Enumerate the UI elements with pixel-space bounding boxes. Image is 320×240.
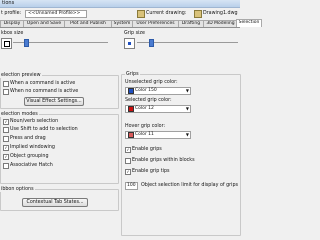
chevron-down-icon: ▼ [185, 132, 189, 137]
selection-modes-title: election modes [0, 112, 39, 117]
selected-grip-color-value: Color 12 [135, 106, 154, 111]
enable-grip-tips-label: Enable grip tips [132, 169, 170, 174]
unselected-grip-color-select[interactable]: Color 150 ▼ [125, 87, 191, 95]
enable-grips-label: Enable grips [132, 147, 162, 152]
preview-no-command-label: When no command is active [10, 89, 79, 94]
window-titlebar: tions [0, 0, 240, 8]
hover-grip-color-label: Hover grip color: [125, 124, 166, 129]
selected-grip-swatch [128, 106, 134, 112]
enable-grips-in-blocks-label: Enable grips within blocks [132, 158, 195, 163]
grip-square-icon [128, 42, 131, 45]
profile-value: <<Unnamed Profile>> [28, 11, 81, 16]
selected-grip-color-label: Selected grip color: [125, 98, 172, 103]
tab-selection[interactable]: Selection [236, 19, 262, 27]
profile-label: t profile: [1, 11, 22, 16]
unselected-grip-color-label: Unselected grip color: [125, 80, 178, 85]
ribbon-options-title: ibbon options [0, 187, 35, 192]
tab-3d-modeling[interactable]: 3D Modeling [203, 20, 238, 27]
current-drawing-name: Drawing1.dwg [203, 11, 238, 16]
drawing-icon [137, 10, 145, 18]
preview-when-active-checkbox[interactable] [3, 81, 9, 87]
preview-when-active-label: When a command is active [10, 81, 76, 86]
profile-bar: t profile: <<Unnamed Profile>> Current d… [0, 8, 240, 19]
noun-verb-selection-label: Noun/verb selection [10, 119, 59, 124]
press-and-drag-checkbox[interactable] [3, 136, 9, 142]
pickbox-square-icon [4, 41, 10, 47]
pickbox-slider-thumb[interactable] [24, 39, 29, 47]
preview-no-command-checkbox[interactable] [3, 89, 9, 95]
associative-hatch-checkbox[interactable] [3, 163, 9, 169]
unselected-grip-swatch [128, 88, 134, 94]
selected-grip-color-select[interactable]: Color 12 ▼ [125, 105, 191, 113]
tab-open-and-save[interactable]: Open and Save [23, 20, 65, 27]
implied-windowing-checkbox[interactable]: ✓ [3, 145, 9, 151]
tab-plot-and-publish[interactable]: Plot and Publish [64, 20, 112, 27]
chevron-down-icon: ▼ [185, 88, 189, 93]
pickbox-size-label: kbox size [1, 31, 24, 36]
tab-system[interactable]: System [111, 20, 133, 27]
tab-display[interactable]: Display [0, 20, 24, 27]
hover-grip-color-value: Color 11 [135, 132, 154, 137]
shift-add-selection-label: Use Shift to add to selection [10, 127, 78, 132]
enable-grips-in-blocks-checkbox[interactable] [125, 158, 131, 164]
visual-effect-settings-button[interactable]: Visual Effect Settings... [24, 97, 84, 106]
press-and-drag-label: Press and drag [10, 136, 46, 141]
window-title: tions [2, 0, 15, 6]
implied-windowing-label: Implied windowing [10, 145, 55, 150]
unselected-grip-color-value: Color 150 [135, 88, 157, 93]
grip-preview [124, 38, 135, 49]
grip-limit-input[interactable]: 100 [125, 182, 138, 190]
current-drawing-label: Current drawing: [146, 11, 187, 16]
drawing-file-icon [194, 10, 202, 18]
grip-limit-label: Object selection limit for display of gr… [141, 183, 239, 188]
grips-title: Grips [125, 72, 140, 77]
profile-field: <<Unnamed Profile>> [25, 10, 87, 18]
enable-grip-tips-checkbox[interactable]: ✓ [125, 169, 131, 175]
options-tab-strip: Display Open and Save Plot and Publish S… [0, 19, 262, 28]
tab-drafting[interactable]: Drafting [178, 20, 204, 27]
noun-verb-selection-checkbox[interactable]: ✓ [3, 119, 9, 125]
hover-grip-color-select[interactable]: Color 11 ▼ [125, 131, 191, 139]
shift-add-selection-checkbox[interactable] [3, 127, 9, 133]
pickbox-preview [1, 38, 12, 49]
object-grouping-checkbox[interactable]: ✓ [3, 154, 9, 160]
tab-user-preferences[interactable]: User Preferences [132, 20, 179, 27]
grip-size-label: Grip size [124, 31, 145, 36]
hover-grip-swatch [128, 132, 134, 138]
selection-tab-panel: kbox size election preview When a comman… [0, 28, 241, 240]
contextual-tab-states-button[interactable]: Contextual Tab States... [22, 198, 88, 207]
grip-limit-value: 100 [127, 183, 136, 188]
chevron-down-icon: ▼ [185, 106, 189, 111]
enable-grips-checkbox[interactable]: ✓ [125, 147, 131, 153]
selection-preview-title: election preview [0, 73, 42, 78]
object-grouping-label: Object grouping [10, 154, 49, 159]
associative-hatch-label: Associative Hatch [10, 163, 53, 168]
grip-size-slider-thumb[interactable] [149, 39, 154, 47]
